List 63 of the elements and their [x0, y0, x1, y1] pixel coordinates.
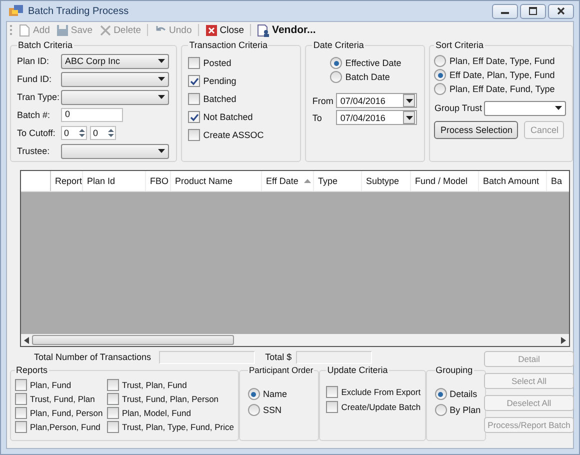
spin-field[interactable]: 0 — [90, 126, 116, 140]
radio-label: SSN — [262, 405, 282, 415]
field-label: From — [312, 96, 334, 106]
checkbox-label: Not Batched — [203, 112, 253, 122]
total-label: Total Number of Transactions — [34, 352, 152, 362]
dropdown[interactable]: ABC Corp Inc — [61, 54, 169, 68]
toolbar-button[interactable]: Vendor... — [255, 24, 318, 36]
radio-label: Effective Date — [345, 58, 402, 68]
radio-label: Name — [262, 389, 287, 399]
checkbox-label: Plan,Person, Fund — [30, 422, 100, 432]
column-header[interactable]: Type — [314, 171, 362, 191]
checkbox-label: Create/Update Batch — [341, 402, 421, 412]
checkbox-label: Create ASSOC — [203, 130, 264, 140]
total-label: Total $ — [265, 352, 292, 362]
field-label: Batch #: — [17, 110, 52, 120]
checkbox-label: Batched — [203, 94, 236, 104]
field-label: Fund ID: — [17, 74, 53, 84]
field-label: To Cutoff: — [17, 128, 56, 138]
spin-field[interactable]: 0 — [61, 126, 87, 140]
column-header[interactable]: Eff Date — [262, 171, 314, 191]
checkbox-label: Plan, Model, Fund — [122, 408, 191, 418]
date-field[interactable]: 07/04/2016 — [336, 93, 418, 108]
checkbox-label: Pending — [203, 76, 236, 86]
field-label: Trustee: — [17, 146, 51, 156]
radio-label: Details — [450, 389, 478, 399]
group-title: Reports — [15, 365, 49, 375]
group-title: Transaction Criteria — [188, 40, 268, 50]
radio-label: Plan, Eff Date, Fund, Type — [449, 84, 555, 94]
field-label: Tran Type: — [17, 92, 61, 102]
button[interactable]: Process Selection — [434, 121, 518, 139]
input-field[interactable]: 0 — [61, 108, 123, 122]
field-label: Group Trust — [434, 103, 482, 113]
column-header[interactable]: Product Name — [171, 171, 262, 191]
radio-label: Eff Date, Plan, Type, Fund — [449, 70, 555, 80]
group-title: Date Criteria — [312, 40, 365, 50]
column-header[interactable]: Report — [51, 171, 83, 191]
column-header[interactable]: Subtype — [362, 171, 411, 191]
checkbox-label: Exclude From Export — [341, 386, 421, 396]
column-header[interactable]: Plan Id — [83, 171, 146, 191]
group-title: Update Criteria — [326, 365, 389, 375]
group-title: Grouping — [434, 365, 474, 375]
column-header[interactable]: Fund / Model — [411, 171, 479, 191]
column-header[interactable]: FBO — [146, 171, 171, 191]
radio-label: By Plan — [450, 405, 481, 415]
checkbox-label: Trust, Plan, Fund — [122, 380, 187, 390]
group-title: Batch Criteria — [17, 40, 74, 50]
column-header[interactable]: Batch Amount — [479, 171, 547, 191]
checkbox-label: Plan, Fund — [30, 380, 72, 390]
radio-label: Plan, Eff Date, Type, Fund — [449, 56, 555, 66]
column-header[interactable]: Ba — [547, 171, 569, 191]
date-field[interactable]: 07/04/2016 — [336, 110, 418, 125]
checkbox-label: Posted — [203, 58, 232, 68]
checkbox-label: Trust, Fund, Plan — [30, 394, 95, 404]
field-label: To — [312, 112, 323, 122]
field-label: Plan ID: — [17, 56, 50, 66]
checkbox-label: Trust, Fund, Plan, Person — [122, 394, 219, 404]
checkbox-label: Plan, Fund, Person — [30, 408, 103, 418]
radio-label: Batch Date — [345, 72, 390, 82]
checkbox-label: Trust, Plan, Type, Fund, Price — [122, 422, 234, 432]
group-title: Participant Order — [248, 365, 314, 375]
window-title: Batch Trading Process — [28, 6, 129, 16]
toolbar-button[interactable]: Close — [202, 24, 246, 36]
group-title: Sort Criteria — [434, 40, 484, 50]
